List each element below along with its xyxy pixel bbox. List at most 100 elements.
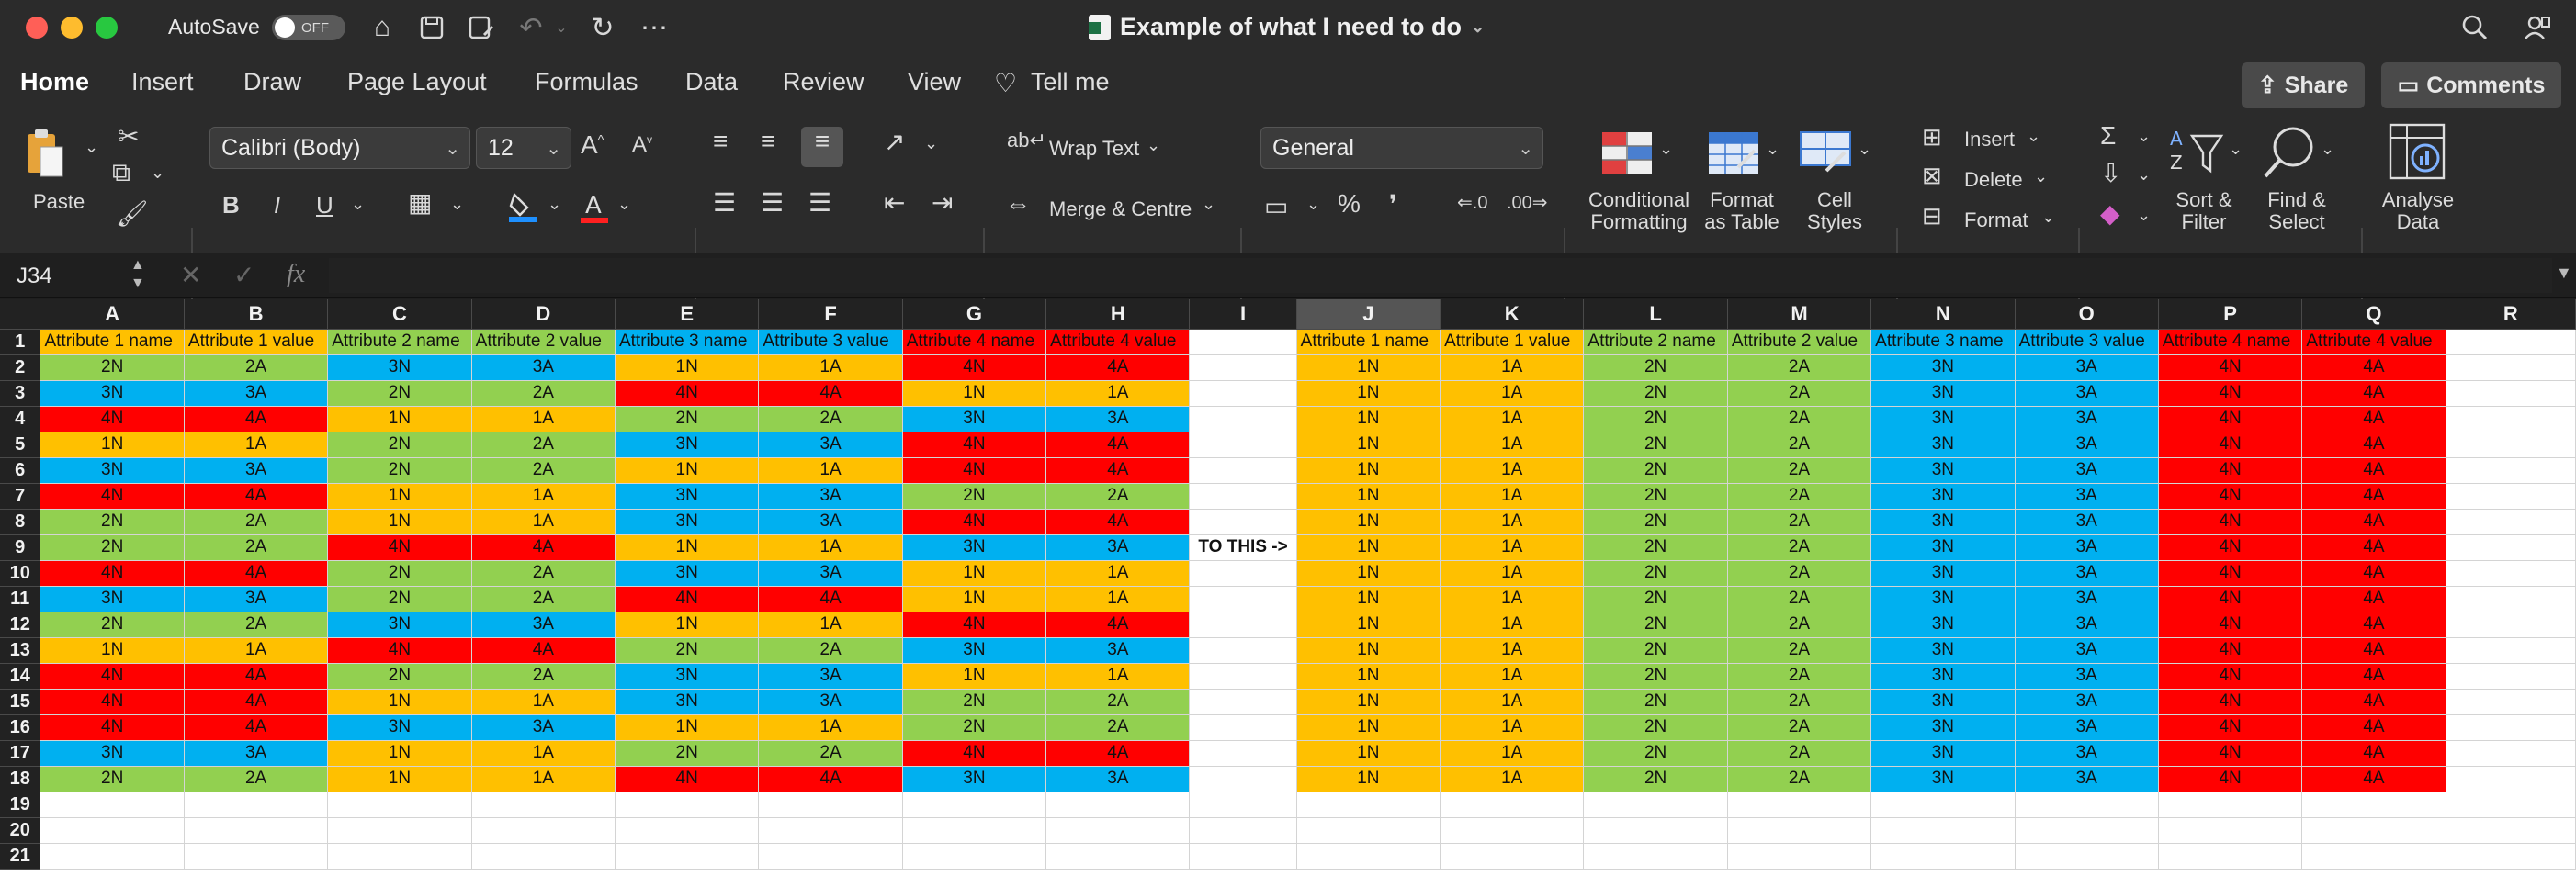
cell[interactable] <box>2446 586 2576 612</box>
cell[interactable] <box>1189 817 1297 844</box>
cell[interactable] <box>1727 792 1872 818</box>
cell[interactable]: 2N <box>615 406 760 432</box>
cell[interactable]: 2A <box>471 457 616 484</box>
cell[interactable] <box>1189 766 1297 792</box>
cell[interactable] <box>902 792 1047 818</box>
insert-function-icon[interactable]: fx <box>287 260 305 289</box>
cell[interactable]: 2A <box>471 586 616 612</box>
insert-dropdown-icon[interactable]: ⌄ <box>2027 127 2040 146</box>
cell[interactable] <box>2446 406 2576 432</box>
minimize-window-button[interactable] <box>61 17 83 39</box>
cell[interactable] <box>2301 843 2446 870</box>
cell[interactable]: 1N <box>327 406 472 432</box>
cell[interactable]: 2N <box>40 354 185 381</box>
cell[interactable] <box>40 843 185 870</box>
cell[interactable]: 4A <box>2301 380 2446 407</box>
cell[interactable]: 3A <box>758 663 903 690</box>
cell[interactable]: 1A <box>1045 380 1191 407</box>
cell[interactable]: 1A <box>758 457 903 484</box>
cell[interactable] <box>2446 817 2576 844</box>
accounting-format-icon[interactable]: ▭ <box>1264 191 1288 221</box>
cell[interactable]: Attribute 1 value <box>1440 329 1585 355</box>
decrease-indent-icon[interactable]: ⇤ <box>884 187 905 218</box>
cell[interactable] <box>2446 766 2576 792</box>
cell[interactable] <box>2446 792 2576 818</box>
cell[interactable]: 1A <box>471 689 616 715</box>
cell[interactable]: 2A <box>758 637 903 664</box>
cell[interactable] <box>1440 817 1585 844</box>
format-as-table-dropdown-icon[interactable]: ⌄ <box>1766 140 1779 159</box>
cell[interactable]: 1N <box>327 509 472 535</box>
cell[interactable]: 1N <box>1296 534 1441 561</box>
cell[interactable]: 4N <box>2158 457 2303 484</box>
cell[interactable]: 3A <box>2015 766 2159 792</box>
cell[interactable]: 4N <box>2158 354 2303 381</box>
paste-icon[interactable] <box>24 127 64 180</box>
cell[interactable]: Attribute 2 value <box>471 329 616 355</box>
cell[interactable]: 1A <box>1440 740 1585 767</box>
cell[interactable]: 2N <box>615 740 760 767</box>
cell[interactable]: 1N <box>327 740 472 767</box>
cell[interactable]: 3N <box>615 509 760 535</box>
cell[interactable] <box>902 817 1047 844</box>
cell[interactable] <box>1296 817 1441 844</box>
cell[interactable] <box>2446 740 2576 767</box>
cell[interactable]: 2A <box>1727 483 1872 510</box>
cell[interactable]: 3N <box>902 637 1047 664</box>
sort-filter-icon[interactable]: AZ <box>2168 125 2227 180</box>
cell[interactable] <box>471 792 616 818</box>
home-icon[interactable]: ⌂ <box>362 9 402 46</box>
cell[interactable]: 3N <box>1870 714 2016 741</box>
tab-page-layout[interactable]: Page Layout <box>347 68 487 96</box>
cell[interactable]: Attribute 4 name <box>2158 329 2303 355</box>
column-header-o[interactable]: O <box>2015 299 2159 330</box>
cell[interactable]: 2A <box>1727 406 1872 432</box>
cell[interactable]: 2N <box>1583 586 1728 612</box>
row-header[interactable]: 19 <box>0 792 41 818</box>
cell[interactable]: 3A <box>2015 354 2159 381</box>
cell[interactable]: 1A <box>471 406 616 432</box>
cell[interactable]: 3N <box>1870 483 2016 510</box>
cell[interactable]: 4A <box>184 560 329 587</box>
borders-icon[interactable]: ▦ <box>408 187 432 218</box>
decrease-font-size-icon[interactable]: Av <box>632 132 652 158</box>
cell[interactable]: 3A <box>184 586 329 612</box>
cell[interactable]: 4N <box>615 586 760 612</box>
cell[interactable]: 3A <box>2015 457 2159 484</box>
copy-dropdown-icon[interactable]: ⌄ <box>151 163 164 183</box>
cell[interactable] <box>1189 740 1297 767</box>
cell[interactable] <box>2158 792 2303 818</box>
delete-dropdown-icon[interactable]: ⌄ <box>2034 167 2048 186</box>
cell[interactable]: 4N <box>902 509 1047 535</box>
row-header[interactable]: 1 <box>0 329 41 355</box>
cell[interactable]: 4N <box>2158 663 2303 690</box>
cell[interactable]: 3N <box>1870 457 2016 484</box>
name-box-stepper-icon[interactable]: ▲ ▼ <box>130 256 145 293</box>
format-dropdown-icon[interactable]: ⌄ <box>2041 208 2055 227</box>
cell[interactable] <box>2446 843 2576 870</box>
cell[interactable]: 1N <box>1296 740 1441 767</box>
zoom-window-button[interactable] <box>96 17 118 39</box>
cell[interactable]: 2A <box>1727 740 1872 767</box>
cell[interactable]: Attribute 4 value <box>1045 329 1191 355</box>
cell[interactable]: 1N <box>1296 509 1441 535</box>
cell[interactable]: 1N <box>327 483 472 510</box>
row-header[interactable]: 9 <box>0 534 41 561</box>
cell[interactable]: 1A <box>1440 483 1585 510</box>
analyse-data-icon[interactable] <box>2389 123 2449 182</box>
cell[interactable]: 1N <box>1296 766 1441 792</box>
cell[interactable]: 4A <box>471 534 616 561</box>
cell[interactable] <box>327 843 472 870</box>
cell[interactable] <box>1189 354 1297 381</box>
cell[interactable]: 4N <box>2158 483 2303 510</box>
delete-cells-button[interactable]: Delete <box>1964 169 2023 191</box>
cell[interactable]: 1A <box>1440 612 1585 638</box>
cell[interactable]: 2N <box>327 432 472 458</box>
cell[interactable]: 2N <box>902 714 1047 741</box>
cell[interactable]: 3N <box>1870 637 2016 664</box>
cell[interactable] <box>1727 843 1872 870</box>
cell[interactable]: 1N <box>1296 689 1441 715</box>
cell[interactable] <box>615 792 760 818</box>
cell[interactable]: 1A <box>758 354 903 381</box>
cell[interactable]: 1N <box>902 586 1047 612</box>
